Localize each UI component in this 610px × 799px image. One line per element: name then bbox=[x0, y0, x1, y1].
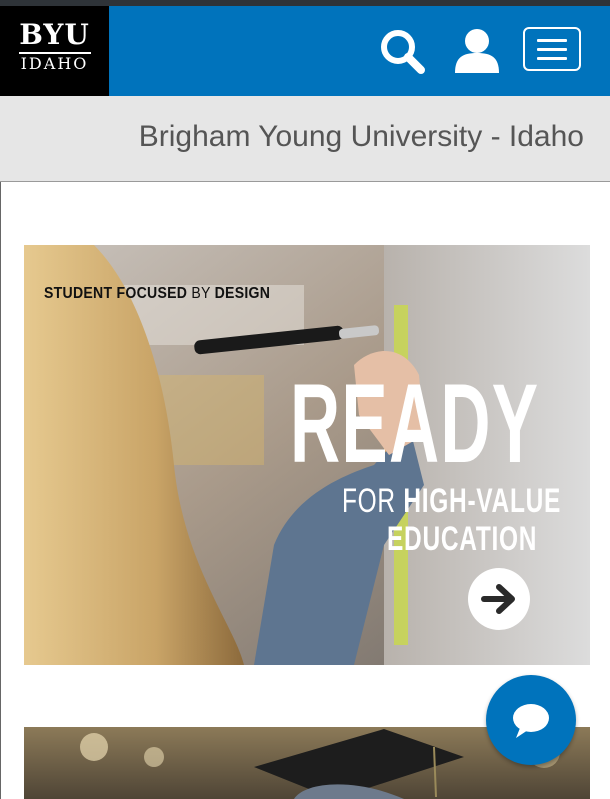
logo-idaho-text: IDAHO bbox=[20, 54, 89, 73]
banner-headline: READY bbox=[290, 361, 540, 486]
chat-button[interactable] bbox=[486, 675, 576, 765]
banner-arrow-button[interactable] bbox=[468, 568, 530, 630]
banner-tagline: STUDENT FOCUSED BY DESIGN bbox=[44, 285, 271, 302]
byu-idaho-logo[interactable]: BYU IDAHO bbox=[0, 6, 109, 96]
search-icon bbox=[381, 30, 425, 74]
search-button[interactable] bbox=[372, 6, 432, 96]
page-title: Brigham Young University - Idaho bbox=[138, 120, 584, 153]
account-button[interactable] bbox=[447, 6, 507, 96]
arrow-right-icon bbox=[481, 584, 515, 614]
hamburger-menu-icon bbox=[537, 38, 567, 42]
user-icon bbox=[455, 29, 499, 73]
logo-byu-text: BYU bbox=[19, 18, 90, 51]
menu-button[interactable] bbox=[523, 27, 581, 71]
banner-subheadline-1: FOR HIGH-VALUE bbox=[342, 482, 562, 520]
chat-bubble-icon bbox=[513, 704, 549, 738]
banner-subheadline-2: EDUCATION bbox=[387, 520, 538, 558]
title-bar: Brigham Young University - Idaho bbox=[0, 96, 610, 182]
